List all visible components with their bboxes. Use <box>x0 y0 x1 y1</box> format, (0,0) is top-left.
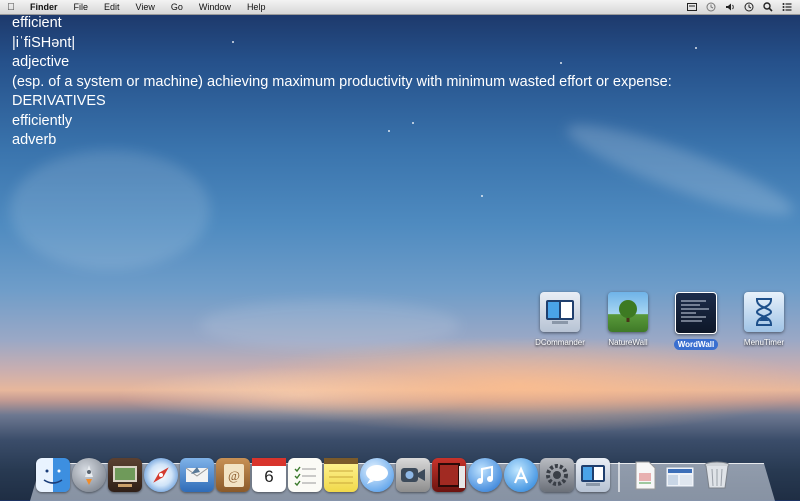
launchpad-icon[interactable] <box>72 458 106 492</box>
menu-window[interactable]: Window <box>191 2 239 12</box>
spotlight-search-icon[interactable] <box>763 2 773 12</box>
app-store-icon[interactable] <box>504 458 538 492</box>
mail-icon[interactable] <box>180 458 214 492</box>
itunes-icon[interactable] <box>468 458 502 492</box>
apple-menu-icon[interactable]:  <box>0 2 22 13</box>
safari-icon[interactable] <box>144 458 178 492</box>
desktop-icon-wordwall[interactable]: WordWall <box>661 292 731 352</box>
wordwall-icon <box>675 292 717 334</box>
menu-view[interactable]: View <box>128 2 163 12</box>
address-book-icon[interactable]: @ <box>216 458 250 492</box>
finder-icon[interactable] <box>36 458 70 492</box>
facetime-icon[interactable] <box>396 458 430 492</box>
word: efficient <box>12 15 62 31</box>
menu-bar:  Finder File Edit View Go Window Help <box>0 0 800 15</box>
desktop-icon-menutimer[interactable]: MenuTimer <box>729 292 799 350</box>
part-of-speech: adjective <box>12 54 70 70</box>
dock: @ 6 <box>36 452 734 492</box>
menu-help[interactable]: Help <box>239 2 274 12</box>
desktop-icon-label: MenuTimer <box>743 338 785 347</box>
reminders-icon[interactable] <box>288 458 322 492</box>
volume-icon[interactable] <box>725 2 735 12</box>
dcommander-icon <box>540 292 580 332</box>
document-icon[interactable] <box>628 458 662 492</box>
menu-go[interactable]: Go <box>163 2 191 12</box>
svg-text:@: @ <box>228 468 240 483</box>
messages-icon[interactable] <box>360 458 394 492</box>
derivatives-heading: DERIVATIVES <box>12 93 106 109</box>
trash-icon[interactable] <box>700 458 734 492</box>
naturewall-icon <box>608 292 648 332</box>
derivative-part-of-speech: adverb <box>12 132 57 148</box>
desktop-icon-naturewall[interactable]: NatureWall <box>593 292 663 350</box>
menutimer-icon <box>744 292 784 332</box>
menu-edit[interactable]: Edit <box>96 2 128 12</box>
photo-browser-icon[interactable] <box>108 458 142 492</box>
wordwall-status-icon[interactable] <box>687 2 697 12</box>
dictionary-definition: efficient |iˈfiSHənt| adjective (esp. of… <box>12 14 672 151</box>
calendar-icon[interactable]: 6 <box>252 458 286 492</box>
dcommander-icon[interactable] <box>576 458 610 492</box>
menu-app-name[interactable]: Finder <box>22 2 66 12</box>
pronunciation: |iˈfiSHənt| <box>12 34 76 51</box>
desktop-icon-label: DCommander <box>535 338 585 347</box>
notification-center-icon[interactable] <box>782 2 792 12</box>
clock-icon[interactable] <box>744 2 754 12</box>
desktop-icon-dcommander[interactable]: DCommander <box>525 292 595 350</box>
desktop-icon-label: WordWall <box>673 339 719 350</box>
notes-icon[interactable] <box>324 458 358 492</box>
definition: (esp. of a system or machine) achieving … <box>12 73 672 90</box>
calendar-day: 6 <box>264 467 274 486</box>
system-preferences-icon[interactable] <box>540 458 574 492</box>
derivative-word: efficiently <box>12 112 73 129</box>
dock-separator <box>618 462 620 492</box>
photo-booth-icon[interactable] <box>432 458 466 492</box>
menu-file[interactable]: File <box>66 2 97 12</box>
desktop-icon-label: NatureWall <box>608 338 648 347</box>
stack-icon[interactable] <box>664 458 698 492</box>
time-machine-icon[interactable] <box>706 2 716 12</box>
